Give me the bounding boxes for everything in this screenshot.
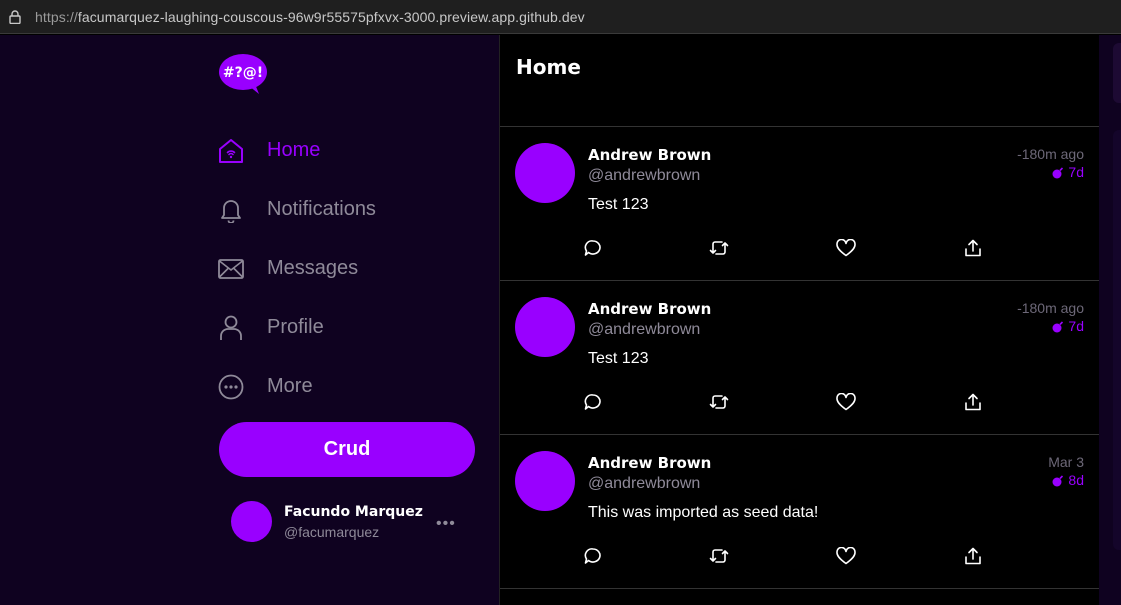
sidebar-item-profile[interactable]: Profile bbox=[217, 298, 376, 357]
url-text[interactable]: https://facumarquez-laughing-couscous-96… bbox=[35, 9, 585, 25]
post-expires-value: 7d bbox=[1068, 318, 1084, 334]
post-handle[interactable]: @andrewbrown bbox=[588, 167, 700, 185]
post-expires-value: 8d bbox=[1068, 472, 1084, 488]
activity-item[interactable]: Andrew Brown @andrewbrown -180m ago 7d T… bbox=[500, 281, 1100, 435]
bomb-icon bbox=[1052, 166, 1064, 179]
repost-icon[interactable] bbox=[708, 391, 730, 413]
heart-icon[interactable] bbox=[835, 237, 857, 259]
post-handle[interactable]: @andrewbrown bbox=[588, 321, 700, 339]
logo-text: #?@! bbox=[223, 65, 263, 81]
post-actions bbox=[582, 237, 992, 261]
share-icon[interactable] bbox=[962, 391, 984, 413]
post-message: Test 123 bbox=[588, 196, 649, 213]
bomb-icon bbox=[1052, 320, 1064, 333]
sidebar-item-label: More bbox=[267, 375, 313, 397]
page-title: Home bbox=[516, 55, 581, 79]
share-icon[interactable] bbox=[962, 237, 984, 259]
post-display-name[interactable]: Andrew Brown bbox=[588, 146, 711, 164]
sidebar: #?@! Home Notifications Messages Profile… bbox=[0, 35, 499, 605]
post-actions bbox=[582, 545, 992, 569]
post-display-name[interactable]: Andrew Brown bbox=[588, 454, 711, 472]
sidebar-item-label: Notifications bbox=[267, 198, 376, 220]
app-logo[interactable]: #?@! bbox=[219, 53, 269, 95]
post-time: -180m ago bbox=[1017, 300, 1084, 316]
sidebar-item-label: Profile bbox=[267, 316, 324, 338]
sidebar-item-notifications[interactable]: Notifications bbox=[217, 180, 376, 239]
heart-icon[interactable] bbox=[835, 545, 857, 567]
post-time: -180m ago bbox=[1017, 146, 1084, 162]
activity-item[interactable]: Andrew Brown @andrewbrown Mar 3 8d This … bbox=[500, 435, 1100, 589]
bell-icon bbox=[217, 196, 245, 224]
post-message: This was imported as seed data! bbox=[588, 504, 819, 521]
reply-icon[interactable] bbox=[582, 391, 604, 413]
sidebar-nav: Home Notifications Messages Profile More bbox=[217, 121, 376, 416]
crud-button[interactable]: Crud bbox=[219, 422, 475, 477]
sidebar-item-home[interactable]: Home bbox=[217, 121, 376, 180]
avatar[interactable] bbox=[515, 143, 575, 203]
feed: Home Andrew Brown @andrewbrown -180m ago… bbox=[499, 35, 1100, 605]
ellipsis-circle-icon bbox=[217, 373, 245, 401]
reply-icon[interactable] bbox=[582, 237, 604, 259]
account-handle: @facumarquez bbox=[284, 523, 380, 540]
avatar[interactable] bbox=[515, 297, 575, 357]
share-icon[interactable] bbox=[962, 545, 984, 567]
account-more-icon[interactable]: ••• bbox=[436, 515, 456, 533]
account-names: Facundo Marquez @facumarquez bbox=[284, 504, 423, 540]
sidebar-item-messages[interactable]: Messages bbox=[217, 239, 376, 298]
url-host: facumarquez-laughing-couscous-96w9r55575… bbox=[77, 8, 585, 25]
post-message: Test 123 bbox=[588, 350, 649, 367]
repost-icon[interactable] bbox=[708, 237, 730, 259]
reply-icon[interactable] bbox=[582, 545, 604, 567]
person-icon bbox=[217, 314, 245, 342]
sidebar-item-label: Home bbox=[267, 139, 321, 161]
account-display-name: Facundo Marquez bbox=[284, 503, 423, 520]
home-icon bbox=[217, 137, 245, 165]
post-display-name[interactable]: Andrew Brown bbox=[588, 300, 711, 318]
app: #?@! Home Notifications Messages Profile… bbox=[0, 35, 1121, 605]
avatar bbox=[231, 501, 272, 542]
activity-item[interactable]: Andrew Brown @andrewbrown -180m ago 7d T… bbox=[500, 127, 1100, 281]
lock-icon bbox=[9, 9, 21, 24]
sidebar-item-label: Messages bbox=[267, 257, 359, 279]
post-expires: 7d bbox=[1052, 164, 1084, 180]
post-actions bbox=[582, 391, 992, 415]
sidebar-item-more[interactable]: More bbox=[217, 357, 376, 416]
bomb-icon bbox=[1052, 474, 1064, 487]
post-time: Mar 3 bbox=[1048, 454, 1084, 470]
post-expires: 7d bbox=[1052, 318, 1084, 334]
right-sidebar bbox=[1099, 35, 1121, 605]
repost-icon[interactable] bbox=[708, 545, 730, 567]
heart-icon[interactable] bbox=[835, 391, 857, 413]
avatar[interactable] bbox=[515, 451, 575, 511]
search-panel-edge bbox=[1113, 43, 1121, 103]
suggestions-panel-edge bbox=[1113, 130, 1121, 550]
account-switcher[interactable]: Facundo Marquez @facumarquez ••• bbox=[231, 501, 471, 542]
browser-address-bar[interactable]: https://facumarquez-laughing-couscous-96… bbox=[0, 0, 1121, 34]
envelope-icon bbox=[217, 255, 245, 283]
post-expires-value: 7d bbox=[1068, 164, 1084, 180]
post-handle[interactable]: @andrewbrown bbox=[588, 475, 700, 493]
post-expires: 8d bbox=[1052, 472, 1084, 488]
url-protocol: https:// bbox=[35, 8, 78, 25]
